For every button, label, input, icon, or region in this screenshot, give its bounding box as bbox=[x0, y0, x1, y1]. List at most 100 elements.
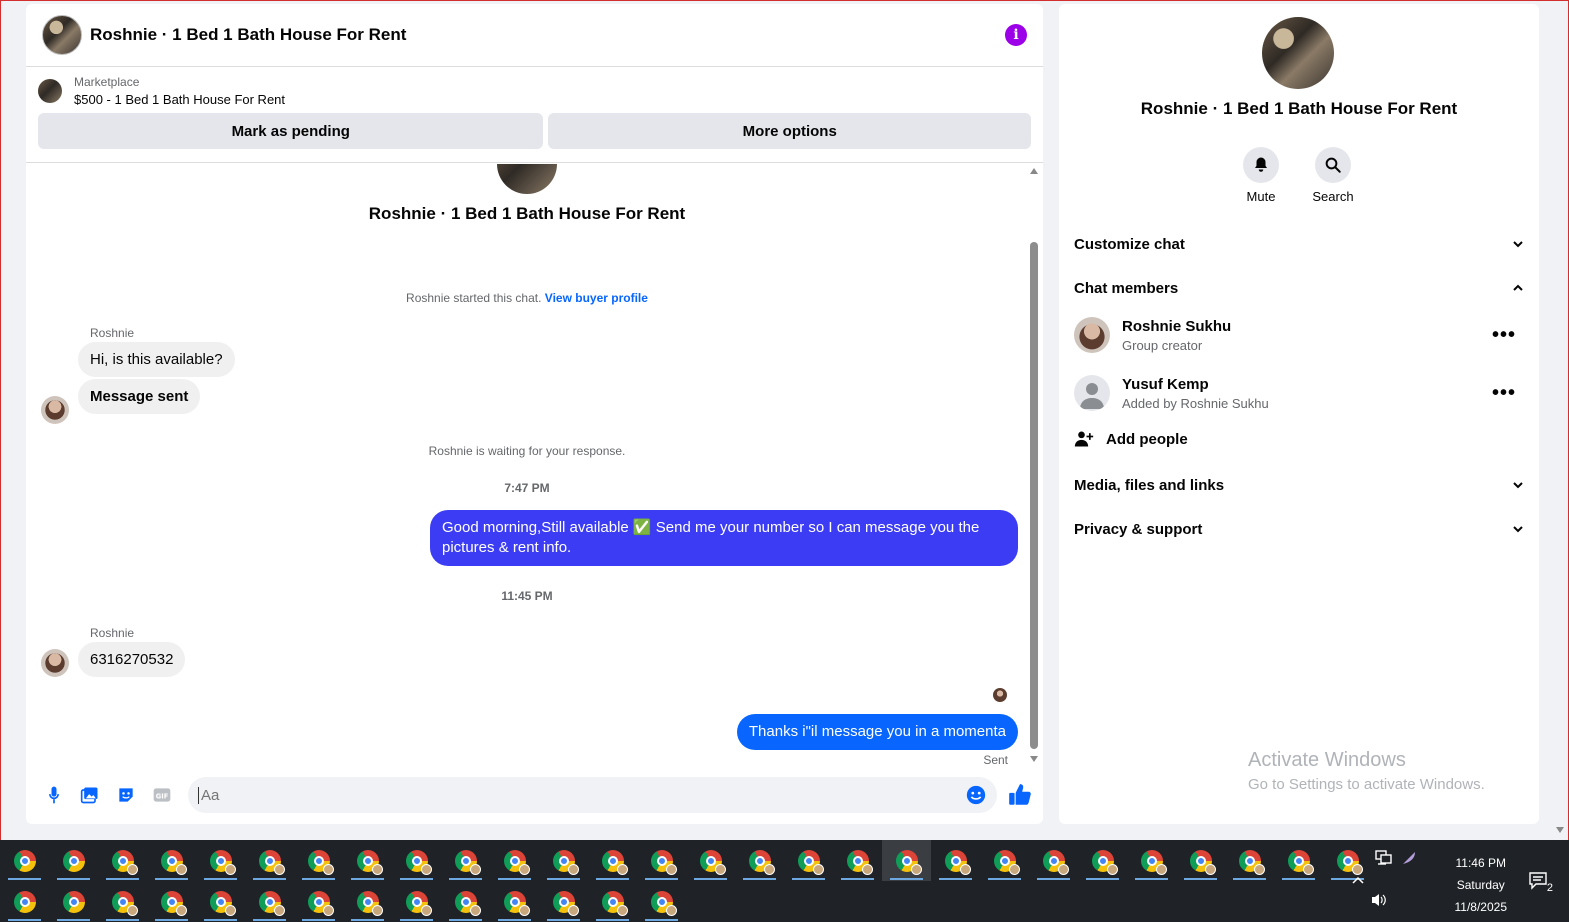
photo-icon[interactable] bbox=[79, 784, 101, 806]
taskbar-chrome-window[interactable] bbox=[637, 840, 686, 881]
scroll-down-arrow[interactable] bbox=[1030, 756, 1038, 762]
taskbar-chrome-window[interactable] bbox=[1029, 840, 1078, 881]
speaker-icon[interactable] bbox=[1370, 892, 1388, 911]
message-scrollbar[interactable] bbox=[1029, 164, 1039, 766]
view-buyer-profile-link[interactable]: View buyer profile bbox=[545, 291, 648, 305]
taskbar-chrome-window[interactable] bbox=[490, 881, 539, 922]
add-people-button[interactable]: Add people bbox=[1074, 429, 1188, 449]
taskbar-chrome-window[interactable] bbox=[0, 840, 49, 881]
mute-button[interactable]: Mute bbox=[1231, 147, 1291, 204]
taskbar-chrome-window[interactable] bbox=[147, 840, 196, 881]
outgoing-message[interactable]: Good morning,Still available ✅ Send me y… bbox=[430, 510, 1018, 566]
privacy-section[interactable]: Privacy & support bbox=[1074, 515, 1524, 543]
taskbar-chrome-window[interactable] bbox=[686, 840, 735, 881]
taskbar-chrome-window[interactable] bbox=[980, 840, 1029, 881]
scroll-thumb[interactable] bbox=[1030, 242, 1038, 749]
taskbar-chrome-window[interactable] bbox=[98, 881, 147, 922]
media-section[interactable]: Media, files and links bbox=[1074, 471, 1524, 499]
incoming-message[interactable]: Hi, is this available? bbox=[78, 342, 235, 377]
taskbar-chrome-window[interactable] bbox=[147, 881, 196, 922]
taskbar-chrome-window[interactable] bbox=[343, 881, 392, 922]
taskbar-chrome-window[interactable] bbox=[1323, 840, 1372, 881]
chrome-icon bbox=[454, 849, 481, 875]
outgoing-message[interactable]: Thanks i"il message you in a momenta bbox=[736, 714, 1018, 750]
profile-badge-icon bbox=[665, 904, 677, 916]
taskbar-chrome-window[interactable] bbox=[294, 881, 343, 922]
info-icon[interactable]: i bbox=[1005, 24, 1027, 46]
taskbar-chrome-window[interactable] bbox=[98, 840, 147, 881]
taskbar-chrome-window[interactable] bbox=[490, 840, 539, 881]
taskbar-chrome-window[interactable] bbox=[539, 840, 588, 881]
taskbar-chrome-window[interactable] bbox=[196, 840, 245, 881]
network-icon[interactable] bbox=[1375, 850, 1393, 869]
chrome-icon bbox=[405, 890, 432, 916]
listing-thumbnail[interactable] bbox=[38, 79, 62, 103]
gif-icon[interactable]: GIF bbox=[151, 784, 173, 806]
taskbar-chrome-window[interactable] bbox=[588, 840, 637, 881]
page-scroll-down-arrow[interactable] bbox=[1556, 827, 1564, 833]
clock[interactable]: 11:46 PM Saturday 11/8/2025 bbox=[1455, 852, 1508, 918]
chat-members-section[interactable]: Chat members bbox=[1074, 274, 1524, 302]
taskbar-chrome-window[interactable] bbox=[441, 881, 490, 922]
microphone-icon[interactable] bbox=[43, 784, 65, 806]
open-window-indicator bbox=[302, 878, 335, 880]
emoji-icon[interactable] bbox=[965, 784, 987, 806]
scroll-up-arrow[interactable] bbox=[1030, 168, 1038, 174]
member-avatar[interactable] bbox=[1074, 317, 1110, 353]
member-row[interactable]: Roshnie Sukhu Group creator ••• bbox=[1074, 313, 1524, 357]
taskbar-chrome-window[interactable] bbox=[392, 840, 441, 881]
taskbar-chrome-window[interactable] bbox=[833, 840, 882, 881]
taskbar-chrome-window[interactable] bbox=[588, 881, 637, 922]
more-options-button[interactable]: More options bbox=[548, 113, 1031, 149]
taskbar-chrome-window[interactable] bbox=[294, 840, 343, 881]
taskbar-chrome-window[interactable] bbox=[637, 881, 686, 922]
taskbar-chrome-window[interactable] bbox=[441, 840, 490, 881]
taskbar-chrome-window[interactable] bbox=[49, 840, 98, 881]
member-row[interactable]: Yusuf Kemp Added by Roshnie Sukhu ••• bbox=[1074, 371, 1524, 415]
mark-pending-button[interactable]: Mark as pending bbox=[38, 113, 544, 149]
taskbar-chrome-window[interactable] bbox=[1176, 840, 1225, 881]
sender-avatar[interactable] bbox=[41, 396, 69, 424]
message-list[interactable]: Roshnie · 1 Bed 1 Bath House For Rent Ro… bbox=[26, 164, 1043, 766]
more-options-icon[interactable]: ••• bbox=[1492, 382, 1524, 405]
notification-icon[interactable]: 2 bbox=[1529, 872, 1553, 894]
more-options-icon[interactable]: ••• bbox=[1492, 324, 1524, 347]
sender-avatar[interactable] bbox=[41, 649, 69, 677]
sticker-icon[interactable] bbox=[115, 784, 137, 806]
taskbar-chrome-window[interactable] bbox=[49, 881, 98, 922]
chrome-icon bbox=[1140, 849, 1167, 875]
taskbar-chrome-window[interactable] bbox=[343, 840, 392, 881]
chat-started-text: Roshnie started this chat. bbox=[406, 291, 542, 305]
info-avatar[interactable] bbox=[1262, 17, 1334, 89]
incoming-message[interactable]: Message sent bbox=[78, 379, 201, 414]
taskbar-chrome-window[interactable] bbox=[1078, 840, 1127, 881]
profile-badge-icon bbox=[175, 863, 187, 875]
pen-icon[interactable] bbox=[1401, 850, 1417, 869]
taskbar-chrome-window[interactable] bbox=[931, 840, 980, 881]
listing-title[interactable]: $500 - 1 Bed 1 Bath House For Rent bbox=[74, 92, 285, 107]
taskbar-chrome-window[interactable] bbox=[784, 840, 833, 881]
taskbar-chrome-window[interactable] bbox=[735, 840, 784, 881]
conversation-avatar[interactable] bbox=[42, 15, 82, 55]
taskbar-chrome-window[interactable] bbox=[196, 881, 245, 922]
taskbar-chrome-window[interactable] bbox=[245, 840, 294, 881]
chrome-icon bbox=[160, 849, 187, 875]
thumbs-up-icon[interactable] bbox=[1007, 782, 1033, 808]
search-button[interactable]: Search bbox=[1303, 147, 1363, 204]
incoming-message[interactable]: 6316270532 bbox=[78, 642, 186, 677]
customize-chat-section[interactable]: Customize chat bbox=[1074, 230, 1524, 258]
taskbar-chrome-window[interactable] bbox=[882, 840, 931, 881]
taskbar-chrome-window[interactable] bbox=[1127, 840, 1176, 881]
taskbar-chrome-window[interactable] bbox=[1274, 840, 1323, 881]
open-window-indicator bbox=[645, 878, 678, 880]
open-window-indicator bbox=[204, 919, 237, 921]
taskbar-chrome-window[interactable] bbox=[539, 881, 588, 922]
taskbar-chrome-window[interactable] bbox=[0, 881, 49, 922]
profile-badge-icon bbox=[273, 904, 285, 916]
chat-title[interactable]: Roshnie · 1 Bed 1 Bath House For Rent bbox=[90, 25, 406, 45]
message-input[interactable] bbox=[198, 786, 965, 804]
taskbar-chrome-window[interactable] bbox=[245, 881, 294, 922]
taskbar-chrome-window[interactable] bbox=[392, 881, 441, 922]
member-avatar[interactable] bbox=[1074, 375, 1110, 411]
taskbar-chrome-window[interactable] bbox=[1225, 840, 1274, 881]
